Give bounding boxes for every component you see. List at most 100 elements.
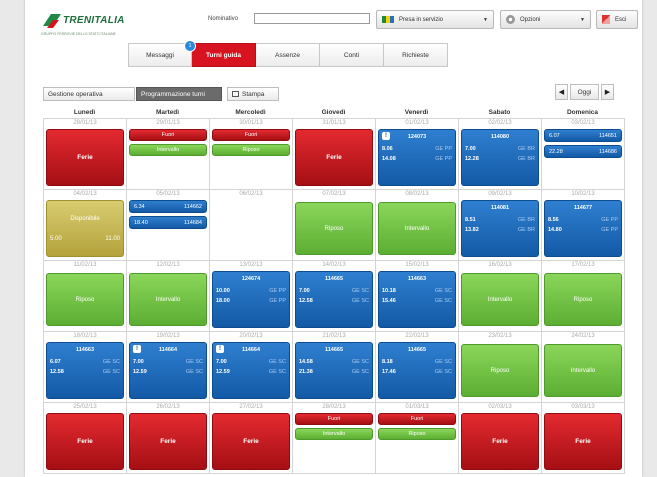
calendar-day-cell[interactable]: 06/02/13 <box>210 190 293 261</box>
tab-conti[interactable]: Conti <box>320 43 384 67</box>
calendar-day-cell[interactable]: 28/01/13 Ferie <box>44 119 127 190</box>
calendar-day-cell[interactable]: 21/02/13 114665 14.58 GE SC 21.38 GE SC <box>293 332 376 403</box>
user-name-input[interactable] <box>254 13 370 24</box>
calendar-day-cell[interactable]: 16/02/13 Intervallo <box>459 261 542 332</box>
presa-in-servizio-dropdown[interactable]: Presa in servizio ▼ <box>376 10 494 29</box>
train-shift-event[interactable]: ! 114664 7.00 GE SC 12.59 GE SC <box>212 342 290 399</box>
calendar-day-cell[interactable]: 01/02/13 ! 124073 8.06 GE PP 14.08 GE PP <box>376 119 459 190</box>
rest-event[interactable]: Riposo <box>544 273 622 326</box>
calendar-day-cell[interactable]: 13/02/13 124674 10.00 GE PP 18.00 GE PP <box>210 261 293 332</box>
ferie-event[interactable]: Ferie <box>212 413 290 470</box>
rest-event[interactable]: Intervallo <box>129 273 207 326</box>
train-shift-event[interactable]: 114663 6.07 GE SC 12.58 GE SC <box>46 342 124 399</box>
fuori-event[interactable]: Fuori <box>129 129 207 141</box>
calendar-day-cell[interactable]: 05/02/13 6.34 114662 18.40 114684 <box>127 190 210 261</box>
calendar-day-cell[interactable]: 15/02/13 114663 10.18 GE SC 15.46 GE SC <box>376 261 459 332</box>
calendar-day-cell[interactable]: 28/02/13 Fuori Intervallo <box>293 403 376 474</box>
calendar-day-cell[interactable]: 03/02/13 6.07 114651 22.28 114686 <box>542 119 625 190</box>
day-events: 114663 6.07 GE SC 12.58 GE SC <box>46 342 124 399</box>
train-shift-event[interactable]: 114665 14.58 GE SC 21.38 GE SC <box>295 342 373 399</box>
calendar-day-cell[interactable]: 27/02/13 Ferie <box>210 403 293 474</box>
calendar-day-cell[interactable]: 19/02/13! 114664 7.00 GE SC 12.59 GE SC <box>127 332 210 403</box>
rest-event[interactable]: Intervallo <box>461 273 539 326</box>
calendar-day-cell[interactable]: 20/02/13! 114664 7.00 GE SC 12.59 GE SC <box>210 332 293 403</box>
tab-richieste[interactable]: Richieste <box>384 43 448 67</box>
ferie-event[interactable]: Ferie <box>544 413 622 470</box>
calendar-day-cell[interactable]: 30/01/13 Fuori Riposo <box>210 119 293 190</box>
train-shift-event[interactable]: 18.40 114684 <box>129 216 207 229</box>
calendar-day-cell[interactable]: 18/02/13 114663 6.07 GE SC 12.58 GE SC <box>44 332 127 403</box>
calendar-day-cell[interactable]: 14/02/13 114665 7.00 GE SC 12.58 GE SC <box>293 261 376 332</box>
fuori-event[interactable]: Fuori <box>378 413 456 425</box>
rest-event[interactable]: Riposo <box>378 428 456 440</box>
calendar-day-cell[interactable]: 12/02/13 Intervallo <box>127 261 210 332</box>
ferie-event[interactable]: Ferie <box>461 413 539 470</box>
calendar-day-cell[interactable]: 01/03/13 Fuori Riposo <box>376 403 459 474</box>
station-code: GE PP <box>601 217 618 223</box>
train-shift-event[interactable]: 114081 8.51 GE BR 13.82 GE BR <box>461 200 539 257</box>
calendar-day-cell[interactable]: 25/02/13 Ferie <box>44 403 127 474</box>
calendar-day-cell[interactable]: 09/02/13 114081 8.51 GE BR 13.82 GE BR <box>459 190 542 261</box>
train-shift-event[interactable]: 22.28 114686 <box>544 145 622 158</box>
rest-event[interactable]: Intervallo <box>378 202 456 255</box>
rest-event[interactable]: Intervallo <box>295 428 373 440</box>
train-shift-event[interactable]: 114665 8.18 GE SC 17.46 GE SC <box>378 342 456 399</box>
rest-event[interactable]: Riposo <box>46 273 124 326</box>
calendar-day-cell[interactable]: 02/03/13 Ferie <box>459 403 542 474</box>
train-shift-event[interactable]: 114665 7.00 GE SC 12.58 GE SC <box>295 271 373 328</box>
train-shift-event[interactable]: 6.34 114662 <box>129 200 207 213</box>
station-code: GE SC <box>351 288 369 294</box>
calendar-day-cell[interactable]: 10/02/13 114677 8.56 GE PP 14.80 GE PP <box>542 190 625 261</box>
day-date: 28/02/13 <box>322 404 346 410</box>
train-shift-event[interactable]: ! 114664 7.00 GE SC 12.59 GE SC <box>129 342 207 399</box>
fuori-event[interactable]: Fuori <box>212 129 290 141</box>
tab-assenze[interactable]: Assenze <box>256 43 320 67</box>
rest-event[interactable]: Riposo <box>461 344 539 397</box>
calendar-day-cell[interactable]: 24/02/13 Intervallo <box>542 332 625 403</box>
disponibile-event[interactable]: Disponibile 5.00 11.00 <box>46 200 124 257</box>
gestione-operativa-button[interactable]: Gestione operativa <box>43 87 135 101</box>
tab-messaggi[interactable]: Messaggi 1 <box>128 40 196 67</box>
calendar-day-cell[interactable]: 11/02/13 Riposo <box>44 261 127 332</box>
calendar-day-cell[interactable]: 04/02/13 Disponibile 5.00 11.00 <box>44 190 127 261</box>
calendar-day-cell[interactable]: 02/02/13 114080 7.00 GE BR 12.28 GE BR <box>459 119 542 190</box>
day-events <box>212 200 290 257</box>
fuori-event[interactable]: Fuori <box>295 413 373 425</box>
train-shift-event[interactable]: 6.07 114651 <box>544 129 622 142</box>
rest-event[interactable]: Intervallo <box>129 144 207 156</box>
calendar-day-cell[interactable]: 03/03/13 Ferie <box>542 403 625 474</box>
train-shift-event[interactable]: ! 124073 8.06 GE PP 14.08 GE PP <box>378 129 456 186</box>
esci-button[interactable]: Esci <box>596 10 638 29</box>
train-shift-event[interactable]: 114080 7.00 GE BR 12.28 GE BR <box>461 129 539 186</box>
calendar-day-cell[interactable]: 08/02/13 Intervallo <box>376 190 459 261</box>
ferie-event[interactable]: Ferie <box>46 413 124 470</box>
calendar-day-cell[interactable]: 31/01/13 Ferie <box>293 119 376 190</box>
calendar-day-cell[interactable]: 22/02/13 114665 8.18 GE SC 17.46 GE SC <box>376 332 459 403</box>
previous-week-button[interactable]: ◀ <box>555 84 568 100</box>
tab-turni-guida[interactable]: Turni guida <box>192 43 256 67</box>
calendar-day-cell[interactable]: 23/02/13 Riposo <box>459 332 542 403</box>
opzioni-dropdown[interactable]: Opzioni ▼ <box>500 10 591 29</box>
ferie-event[interactable]: Ferie <box>46 129 124 186</box>
calendar-day-cell[interactable]: 07/02/13 Riposo <box>293 190 376 261</box>
train-shift-event[interactable]: 114663 10.18 GE SC 15.46 GE SC <box>378 271 456 328</box>
day-date: 01/02/13 <box>405 120 429 126</box>
next-week-button[interactable]: ▶ <box>601 84 614 100</box>
rest-event[interactable]: Riposo <box>295 202 373 255</box>
calendar-day-cell[interactable]: 26/02/13 Ferie <box>127 403 210 474</box>
train-shift-event[interactable]: 114677 8.56 GE PP 14.80 GE PP <box>544 200 622 257</box>
opzioni-label: Opzioni <box>520 16 541 23</box>
shift-time: 12.58 <box>299 298 313 304</box>
rest-event[interactable]: Riposo <box>212 144 290 156</box>
train-shift-event[interactable]: 124674 10.00 GE PP 18.00 GE PP <box>212 271 290 328</box>
oggi-button[interactable]: Oggi <box>570 84 599 100</box>
rest-event[interactable]: Intervallo <box>544 344 622 397</box>
user-label: Nominativo <box>208 16 239 22</box>
programmazione-turni-button[interactable]: Programmazione turni <box>136 87 222 101</box>
stampa-button[interactable]: Stampa <box>227 87 279 101</box>
station-code: GE SC <box>102 359 120 365</box>
calendar-day-cell[interactable]: 29/01/13 Fuori Intervallo <box>127 119 210 190</box>
ferie-event[interactable]: Ferie <box>129 413 207 470</box>
ferie-event[interactable]: Ferie <box>295 129 373 186</box>
calendar-day-cell[interactable]: 17/02/13 Riposo <box>542 261 625 332</box>
